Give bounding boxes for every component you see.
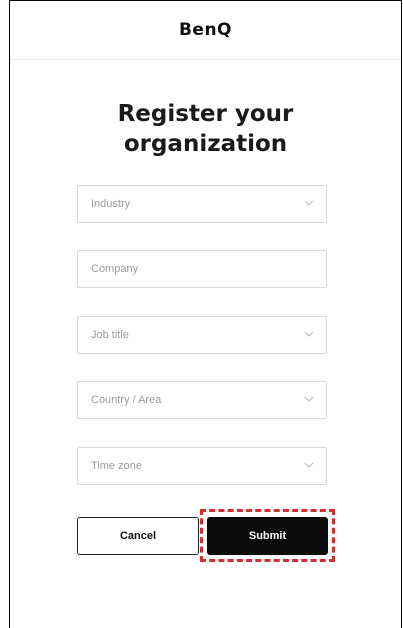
header: BenQ <box>10 1 401 60</box>
page-frame: BenQ Register your organization Industry… <box>9 0 402 628</box>
job-title-select[interactable]: Job title <box>77 316 327 354</box>
cancel-button[interactable]: Cancel <box>77 517 199 555</box>
chevron-down-icon <box>304 396 314 402</box>
company-placeholder: Company <box>91 263 139 275</box>
page-title-line-2: organization <box>123 131 288 157</box>
country-area-select[interactable]: Country / Area <box>77 381 327 419</box>
chevron-down-icon <box>304 200 314 206</box>
chevron-down-icon <box>304 331 314 337</box>
time-zone-select[interactable]: Time zone <box>77 447 327 485</box>
chevron-down-icon <box>304 462 314 468</box>
page-title-line-1: Register your <box>117 101 294 127</box>
page-title: Register your organization <box>10 99 401 159</box>
industry-select[interactable]: Industry <box>77 185 327 223</box>
submit-button[interactable]: Submit <box>207 517 328 555</box>
time-zone-placeholder: Time zone <box>91 460 142 472</box>
industry-placeholder: Industry <box>91 198 131 210</box>
benq-logo[interactable]: BenQ <box>179 20 232 40</box>
country-area-placeholder: Country / Area <box>91 394 162 406</box>
job-title-placeholder: Job title <box>91 329 129 341</box>
company-input[interactable]: Company <box>77 250 327 288</box>
